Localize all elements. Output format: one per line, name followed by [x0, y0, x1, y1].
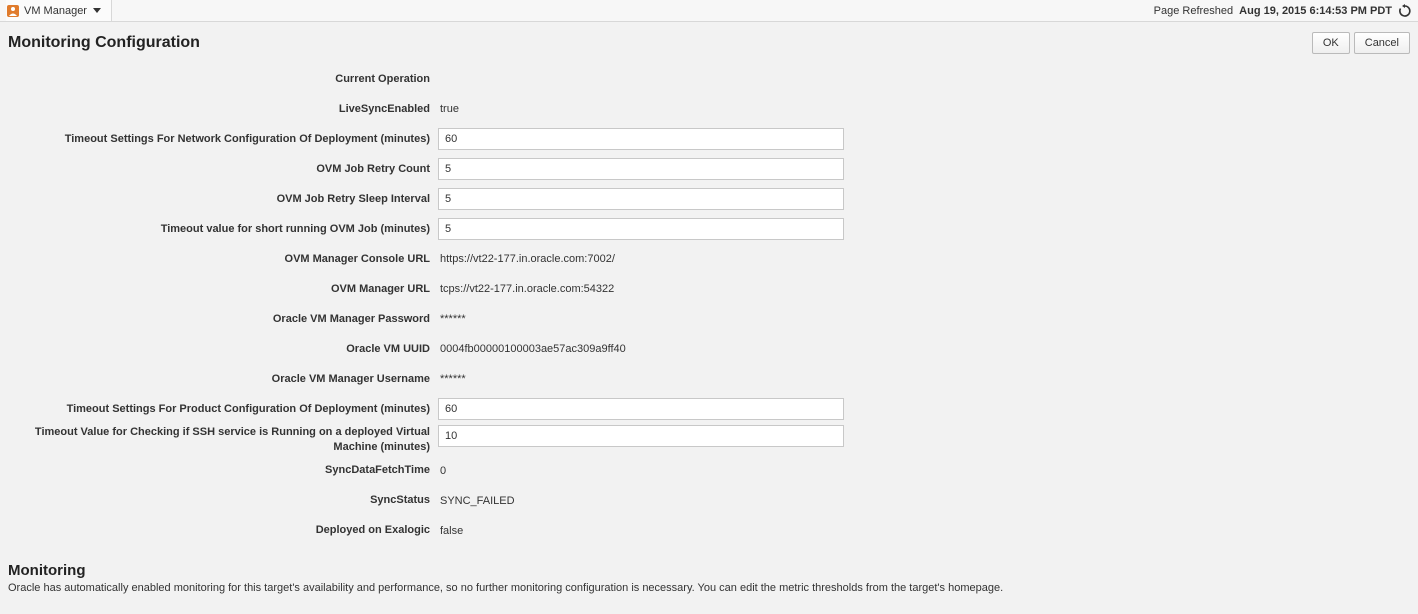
- input-timeout-short-ovm[interactable]: [438, 218, 844, 240]
- field-timeout-ssh-check: Timeout Value for Checking if SSH servic…: [8, 424, 1410, 456]
- label-ovm-manager-url: OVM Manager URL: [8, 282, 438, 297]
- label-ovm-console-url: OVM Manager Console URL: [8, 252, 438, 267]
- label-current-operation: Current Operation: [8, 72, 438, 87]
- page-title: Monitoring Configuration: [8, 34, 200, 52]
- input-ovm-job-retry-count[interactable]: [438, 158, 844, 180]
- input-timeout-product-cfg[interactable]: [438, 398, 844, 420]
- field-timeout-product-cfg: Timeout Settings For Product Configurati…: [8, 394, 1410, 424]
- field-ovm-username: Oracle VM Manager Username ******: [8, 364, 1410, 394]
- label-live-sync-enabled: LiveSyncEnabled: [8, 102, 438, 117]
- field-ovm-job-retry-sleep: OVM Job Retry Sleep Interval: [8, 184, 1410, 214]
- label-sync-status: SyncStatus: [8, 493, 438, 508]
- value-ovm-console-url: https://vt22-177.in.oracle.com:7002/: [438, 249, 617, 269]
- field-ovm-job-retry-count: OVM Job Retry Count: [8, 154, 1410, 184]
- field-ovm-password: Oracle VM Manager Password ******: [8, 304, 1410, 334]
- input-timeout-ssh-check[interactable]: [438, 425, 844, 447]
- label-timeout-network-cfg: Timeout Settings For Network Configurati…: [8, 132, 438, 147]
- label-timeout-short-ovm: Timeout value for short running OVM Job …: [8, 222, 438, 237]
- input-ovm-job-retry-sleep[interactable]: [438, 188, 844, 210]
- field-deployed-on-exalogic: Deployed on Exalogic false: [8, 516, 1410, 546]
- page-refreshed-timestamp: Aug 19, 2015 6:14:53 PM PDT: [1239, 5, 1392, 17]
- field-ovm-manager-url: OVM Manager URL tcps://vt22-177.in.oracl…: [8, 274, 1410, 304]
- field-sync-status: SyncStatus SYNC_FAILED: [8, 486, 1410, 516]
- page-refreshed: Page Refreshed Aug 19, 2015 6:14:53 PM P…: [1154, 4, 1412, 18]
- label-sync-data-fetch-time: SyncDataFetchTime: [8, 463, 438, 478]
- field-sync-data-fetch-time: SyncDataFetchTime 0: [8, 456, 1410, 486]
- value-sync-status: SYNC_FAILED: [438, 491, 517, 511]
- refresh-icon[interactable]: [1398, 4, 1412, 18]
- value-live-sync-enabled: true: [438, 99, 461, 119]
- monitoring-config-form: Current Operation LiveSyncEnabled true T…: [0, 60, 1418, 554]
- monitoring-section-title: Monitoring: [8, 562, 1410, 579]
- value-ovm-password: ******: [438, 309, 468, 329]
- field-ovm-uuid: Oracle VM UUID 0004fb00000100003ae57ac30…: [8, 334, 1410, 364]
- cancel-button[interactable]: Cancel: [1354, 32, 1410, 54]
- value-deployed-on-exalogic: false: [438, 521, 465, 541]
- vm-manager-menu-label: VM Manager: [24, 5, 87, 17]
- value-ovm-uuid: 0004fb00000100003ae57ac309a9ff40: [438, 339, 628, 359]
- monitoring-section-desc: Oracle has automatically enabled monitor…: [8, 581, 1410, 596]
- label-deployed-on-exalogic: Deployed on Exalogic: [8, 523, 438, 538]
- field-timeout-short-ovm: Timeout value for short running OVM Job …: [8, 214, 1410, 244]
- page-header: Monitoring Configuration OK Cancel: [0, 22, 1418, 60]
- value-current-operation: [438, 75, 442, 83]
- label-ovm-job-retry-sleep: OVM Job Retry Sleep Interval: [8, 192, 438, 207]
- vm-manager-icon: [6, 4, 20, 18]
- topbar: VM Manager Page Refreshed Aug 19, 2015 6…: [0, 0, 1418, 22]
- field-ovm-console-url: OVM Manager Console URL https://vt22-177…: [8, 244, 1410, 274]
- label-ovm-job-retry-count: OVM Job Retry Count: [8, 162, 438, 177]
- field-current-operation: Current Operation: [8, 64, 1410, 94]
- action-buttons: OK Cancel: [1312, 32, 1410, 54]
- vm-manager-menu[interactable]: VM Manager: [6, 0, 112, 21]
- ok-button[interactable]: OK: [1312, 32, 1350, 54]
- value-ovm-manager-url: tcps://vt22-177.in.oracle.com:54322: [438, 279, 616, 299]
- label-timeout-product-cfg: Timeout Settings For Product Configurati…: [8, 402, 438, 417]
- chevron-down-icon: [93, 8, 101, 13]
- value-sync-data-fetch-time: 0: [438, 461, 448, 481]
- input-timeout-network-cfg[interactable]: [438, 128, 844, 150]
- field-live-sync-enabled: LiveSyncEnabled true: [8, 94, 1410, 124]
- page-refreshed-label: Page Refreshed: [1154, 5, 1234, 17]
- label-ovm-username: Oracle VM Manager Username: [8, 372, 438, 387]
- field-timeout-network-cfg: Timeout Settings For Network Configurati…: [8, 124, 1410, 154]
- value-ovm-username: ******: [438, 369, 468, 389]
- label-timeout-ssh-check: Timeout Value for Checking if SSH servic…: [8, 425, 438, 455]
- label-ovm-uuid: Oracle VM UUID: [8, 342, 438, 357]
- label-ovm-password: Oracle VM Manager Password: [8, 312, 438, 327]
